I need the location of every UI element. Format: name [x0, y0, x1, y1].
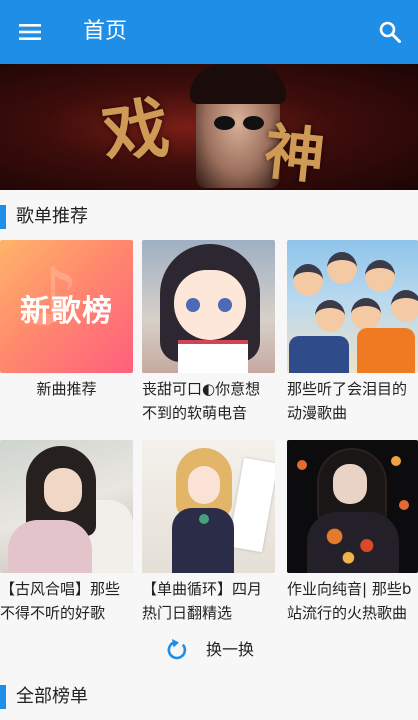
playlist-card[interactable]: 【古风合唱】那些不得不听的好歌	[0, 440, 133, 625]
all-charts-section-header: 全部榜单	[0, 676, 418, 716]
playlist-title: 那些听了会泪目的动漫歌曲	[287, 380, 408, 422]
playlist-cover	[287, 440, 418, 573]
playlist-cover	[0, 440, 133, 573]
playlist-card[interactable]: 丧甜可口◐你意想不到的软萌电音	[142, 240, 275, 425]
playlist-cover	[142, 440, 275, 573]
page-title: 首页	[83, 19, 128, 44]
playlist-card[interactable]: 那些听了会泪目的动漫歌曲	[287, 240, 418, 425]
refresh-label: 换一换	[206, 640, 255, 659]
menu-button[interactable]	[12, 14, 48, 50]
playlist-card[interactable]: ♪ 新歌榜 新曲推荐	[0, 240, 133, 425]
playlist-cover	[142, 240, 275, 373]
search-icon	[379, 21, 401, 43]
playlist-title: 丧甜可口◐你意想不到的软萌电音	[142, 380, 261, 422]
banner-sunglasses	[214, 116, 264, 130]
section-accent-bar	[0, 205, 6, 229]
playlists-section-header: 歌单推荐	[0, 196, 418, 236]
playlist-title: 作业向纯音| 那些b站流行的火热歌曲	[287, 580, 412, 622]
playlist-cover: ♪ 新歌榜	[0, 240, 133, 373]
playlist-card[interactable]: 作业向纯音| 那些b站流行的火热歌曲	[287, 440, 418, 625]
menu-icon	[19, 24, 41, 40]
refresh-icon	[167, 639, 187, 660]
playlist-title: 【古风合唱】那些不得不听的好歌	[0, 580, 121, 622]
search-button[interactable]	[372, 14, 408, 50]
banner-calligraphy-left: 戏	[97, 87, 174, 175]
cover-text: 新歌榜	[20, 294, 113, 329]
all-charts-section-title: 全部榜单	[16, 686, 88, 707]
banner-artist-hair-top	[190, 64, 286, 104]
section-accent-bar	[0, 685, 6, 709]
playlist-title: 【单曲循环】四月热门日翻精选	[142, 580, 263, 622]
banner-calligraphy-right: 神	[260, 117, 328, 190]
app-bar: 首页	[0, 0, 418, 64]
refresh-button[interactable]: 换一换	[164, 636, 254, 664]
banner-carousel[interactable]: 戏 神	[0, 64, 418, 190]
playlist-cover	[287, 240, 418, 373]
playlists-section-title: 歌单推荐	[16, 206, 88, 227]
playlist-card[interactable]: 【单曲循环】四月热门日翻精选	[142, 440, 275, 625]
playlist-title: 新曲推荐	[36, 380, 97, 398]
